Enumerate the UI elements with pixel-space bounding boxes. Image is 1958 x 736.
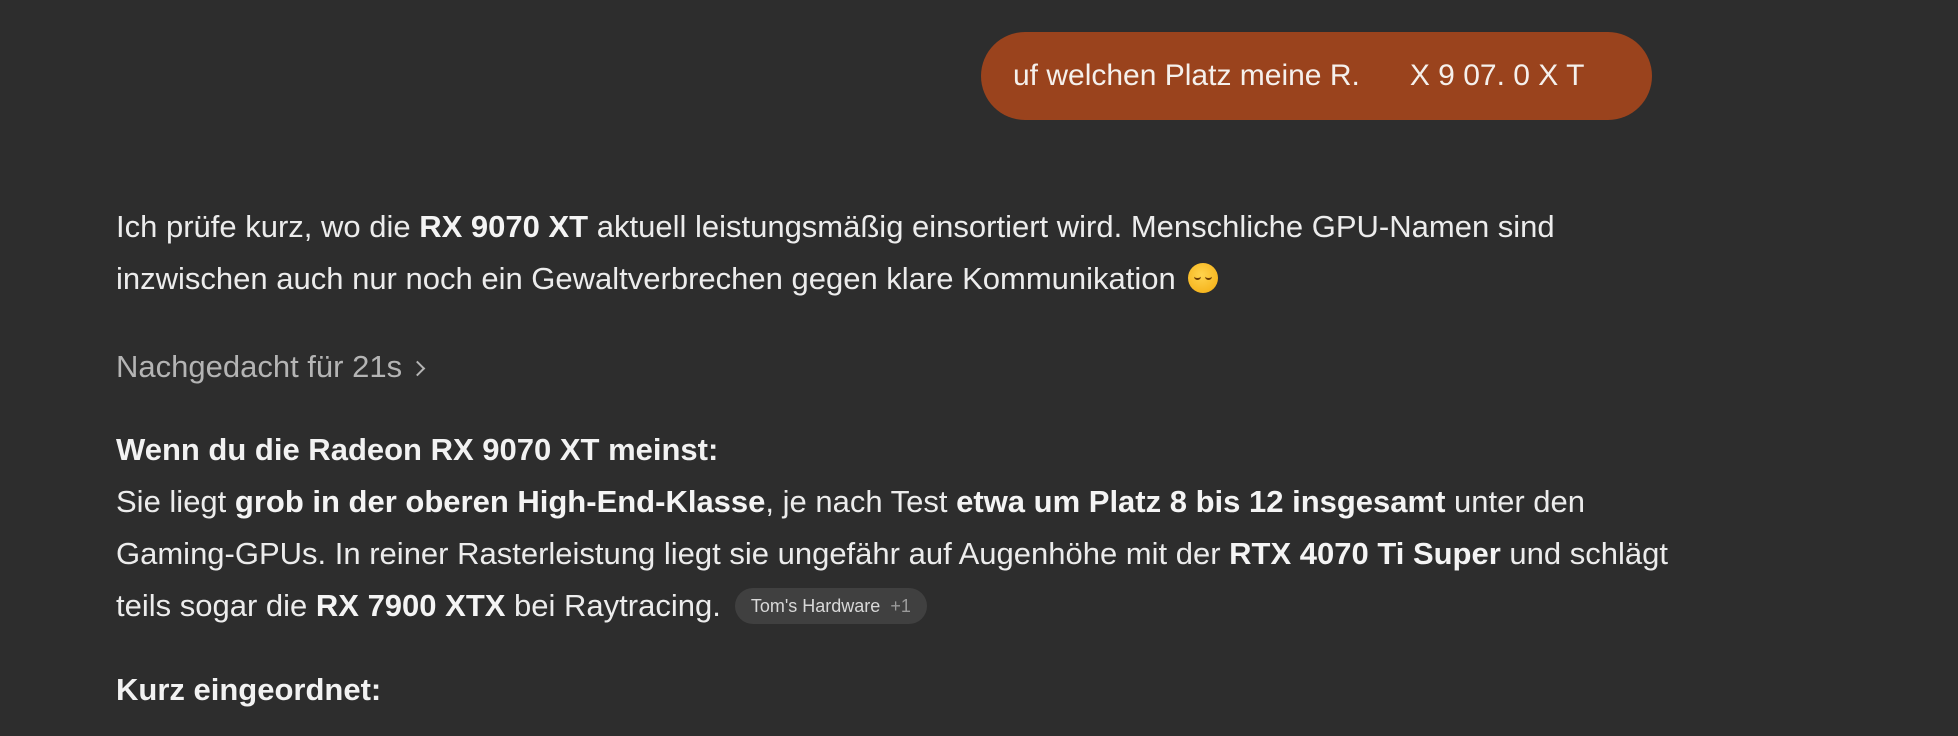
answer-bold-1: grob in der oberen High-End-Klasse [234, 484, 766, 519]
relieved-face-icon [1188, 263, 1219, 293]
chevron-right-icon [409, 360, 426, 376]
answer-heading: Wenn du die Radeon RX 9070 XT meinst: [116, 432, 719, 467]
answer-bold-2: etwa um Platz 8 bis 12 insgesamt [956, 484, 1446, 519]
user-message-text: uf welchen Platz meine R. X 9 07. 0 X T [1013, 59, 1585, 92]
answer-text-2: , je nach Test [765, 484, 957, 519]
answer-text-1: Sie liegt [116, 484, 235, 519]
section-heading: Kurz eingeordnet: [116, 672, 382, 707]
thought-label: Nachgedacht für 21s [116, 349, 403, 384]
intro-bold-gpu: RX 9070 XT [419, 209, 589, 244]
answer-bold-3: RTX 4070 Ti Super [1229, 536, 1501, 571]
answer-text-5: bei Raytracing. [505, 588, 721, 623]
source-citation-pill[interactable]: Tom's Hardware +1 [734, 588, 927, 624]
source-name: Tom's Hardware [750, 596, 881, 616]
answer-paragraph: Sie liegt grob in der oberen High-End-Kl… [116, 476, 1676, 632]
user-message-bubble: uf welchen Platz meine R. X 9 07. 0 X T [981, 32, 1652, 120]
intro-text-1: Ich prüfe kurz, wo die [116, 209, 420, 244]
answer-bold-4: RX 7900 XTX [315, 588, 506, 623]
assistant-intro-paragraph: Ich prüfe kurz, wo die RX 9070 XT aktuel… [116, 201, 1676, 305]
thought-toggle[interactable]: Nachgedacht für 21s [116, 345, 426, 389]
source-count: +1 [890, 596, 911, 616]
